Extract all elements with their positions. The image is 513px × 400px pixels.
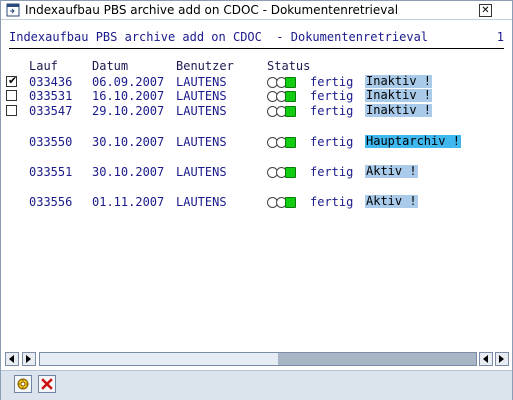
cell-datum: 06.09.2007 xyxy=(92,75,165,89)
cell-benutzer: LAUTENS xyxy=(176,75,227,89)
traffic-light-icon xyxy=(267,106,297,117)
scroll-track[interactable] xyxy=(39,352,477,366)
row-checkbox[interactable]: ✔ xyxy=(6,74,18,87)
column-header-status: Status xyxy=(267,59,311,73)
cell-lauf: 033550 xyxy=(29,135,73,149)
cell-datum: 16.10.2007 xyxy=(92,89,165,103)
horizontal-scrollbar[interactable] xyxy=(5,352,509,366)
report-row[interactable]: 033556 01.11.2007 LAUTENS fertig Aktiv ! xyxy=(1,195,512,209)
close-button[interactable]: ✕ xyxy=(479,4,492,17)
cell-lauf: 033551 xyxy=(29,165,73,179)
page-number: 1 xyxy=(496,30,504,44)
traffic-light-icon xyxy=(267,197,297,208)
cell-lauf: 033531 xyxy=(29,89,73,103)
triangle-right-icon xyxy=(499,355,504,363)
cell-datum: 30.10.2007 xyxy=(92,165,165,179)
cell-status: fertig xyxy=(310,89,354,103)
heading-divider xyxy=(9,48,504,49)
report-list: Indexaufbau PBS archive add on CDOC - Do… xyxy=(1,20,512,350)
traffic-light-icon xyxy=(267,91,297,102)
cell-datum: 01.11.2007 xyxy=(92,195,165,209)
archive-status-badge: Inaktiv ! xyxy=(365,103,433,117)
cell-benutzer: LAUTENS xyxy=(176,104,227,118)
archive-status-badge: Inaktiv ! xyxy=(365,88,433,102)
title-bar: Indexaufbau PBS archive add on CDOC - Do… xyxy=(1,1,512,20)
cell-lauf: 033436 xyxy=(29,75,73,89)
report-row[interactable]: ✔ 033436 06.09.2007 LAUTENS fertig Inaktiv ! xyxy=(1,74,512,89)
archive-status-badge: Aktiv ! xyxy=(365,194,418,208)
scroll-left-button[interactable] xyxy=(22,352,36,366)
report-window: Indexaufbau PBS archive add on CDOC - Do… xyxy=(0,0,513,400)
continue-button[interactable] xyxy=(14,375,32,393)
scroll-first-button[interactable] xyxy=(5,352,19,366)
cell-status: fertig xyxy=(310,165,354,179)
cell-lauf: 033547 xyxy=(29,104,73,118)
cell-benutzer: LAUTENS xyxy=(176,195,227,209)
scroll-thumb[interactable] xyxy=(278,353,476,365)
checkmark-icon: ✔ xyxy=(8,74,18,87)
traffic-light-icon xyxy=(267,137,297,148)
report-heading: Indexaufbau PBS archive add on CDOC - Do… xyxy=(9,30,429,44)
cell-datum: 29.10.2007 xyxy=(92,104,165,118)
footer-toolbar xyxy=(1,370,512,400)
cancel-icon xyxy=(41,378,53,390)
report-row[interactable]: 033531 16.10.2007 LAUTENS fertig Inaktiv ! xyxy=(1,89,512,103)
triangle-right-icon xyxy=(26,355,31,363)
column-header-lauf: Lauf xyxy=(29,59,58,73)
cell-lauf: 033556 xyxy=(29,195,73,209)
cell-status: fertig xyxy=(310,135,354,149)
continue-icon xyxy=(17,378,29,390)
row-checkbox[interactable] xyxy=(6,90,17,101)
cell-benutzer: LAUTENS xyxy=(176,165,227,179)
scroll-right-button[interactable] xyxy=(479,352,493,366)
cell-datum: 30.10.2007 xyxy=(92,135,165,149)
cell-status: fertig xyxy=(310,104,354,118)
close-icon: ✕ xyxy=(481,5,490,16)
window-title: Indexaufbau PBS archive add on CDOC - Do… xyxy=(25,3,399,17)
report-row[interactable]: 033551 30.10.2007 LAUTENS fertig Aktiv ! xyxy=(1,165,512,179)
traffic-light-icon xyxy=(267,167,297,178)
archive-status-badge: Aktiv ! xyxy=(365,164,418,178)
triangle-left-icon xyxy=(9,355,14,363)
report-row[interactable]: 033550 30.10.2007 LAUTENS fertig Hauptarchiv… xyxy=(1,135,512,149)
traffic-light-icon xyxy=(267,77,297,88)
column-header-datum: Datum xyxy=(92,59,129,73)
cancel-button[interactable] xyxy=(38,375,56,393)
cell-benutzer: LAUTENS xyxy=(176,89,227,103)
column-header-benutzer: Benutzer xyxy=(176,59,234,73)
archive-status-badge: Inaktiv ! xyxy=(365,74,433,88)
triangle-left-icon xyxy=(483,355,488,363)
cell-status: fertig xyxy=(310,195,354,209)
report-row[interactable]: 033547 29.10.2007 LAUTENS fertig Inaktiv ! xyxy=(1,104,512,118)
row-checkbox[interactable] xyxy=(6,105,17,116)
cell-status: fertig xyxy=(310,75,354,89)
window-icon xyxy=(6,3,20,17)
scroll-last-button[interactable] xyxy=(495,352,509,366)
cell-benutzer: LAUTENS xyxy=(176,135,227,149)
archive-status-badge: Hauptarchiv ! xyxy=(365,134,461,148)
